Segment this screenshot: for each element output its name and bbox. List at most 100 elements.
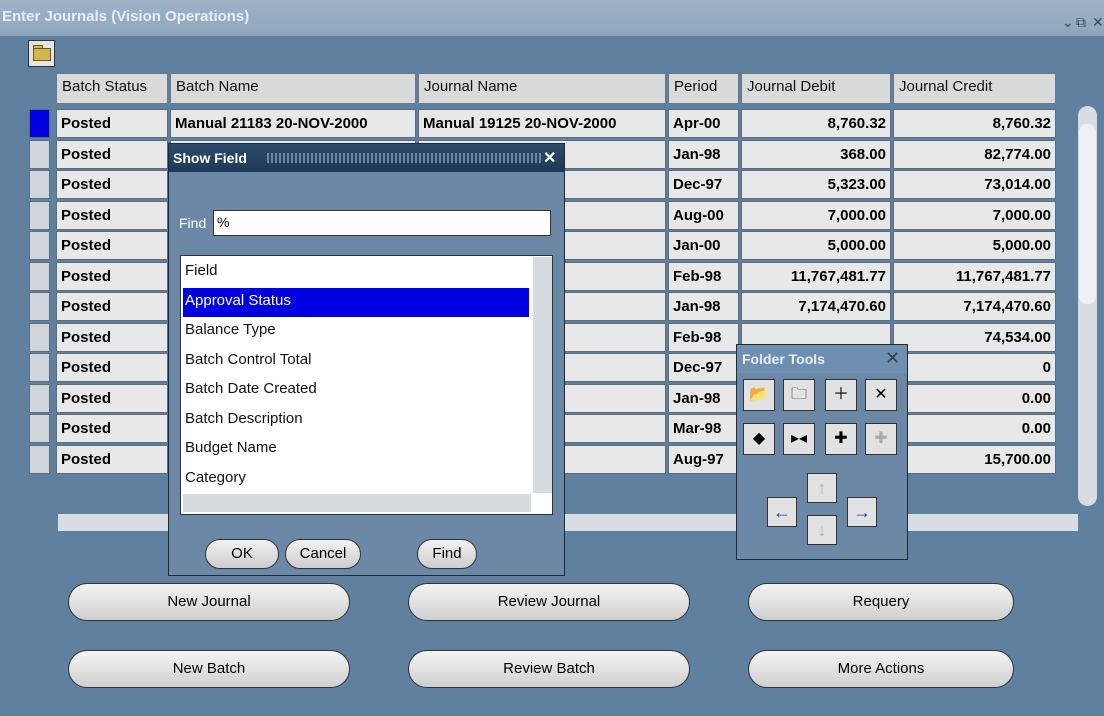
table-cell-debit[interactable]: 7,000.00: [741, 200, 891, 230]
table-cell-credit[interactable]: 73,014.00: [893, 170, 1056, 199]
table-cell-period[interactable]: Aug-97: [668, 444, 739, 474]
table-cell-period[interactable]: Mar-98: [668, 414, 739, 443]
review-journal-button[interactable]: Review Journal: [408, 583, 690, 621]
table-cell-debit[interactable]: 11,767,481.77: [741, 261, 891, 291]
table-cell-status[interactable]: Posted: [56, 109, 168, 138]
close-icon[interactable]: ✕: [1092, 14, 1104, 31]
row-selector[interactable]: [29, 231, 50, 260]
show-field-close-icon[interactable]: ✕: [543, 148, 556, 168]
table-cell-status[interactable]: Posted: [56, 414, 168, 443]
row-selector[interactable]: [29, 200, 50, 230]
table-cell-credit[interactable]: 8,760.32: [893, 109, 1056, 138]
row-selector[interactable]: [29, 414, 50, 443]
shrink-column-icon[interactable]: ▸◂: [783, 423, 815, 455]
table-cell-status[interactable]: Posted: [56, 170, 168, 199]
field-list-item[interactable]: Category: [183, 465, 529, 494]
row-selector[interactable]: [29, 444, 50, 474]
restore-icon[interactable]: ⧉: [1076, 14, 1086, 31]
delete-folder-icon[interactable]: ✕: [865, 379, 897, 411]
table-cell-debit[interactable]: 5,323.00: [741, 170, 891, 199]
field-list-item[interactable]: Batch Control Total: [183, 347, 529, 376]
table-cell-period[interactable]: Dec-97: [668, 353, 739, 382]
table-cell-period[interactable]: Feb-98: [668, 322, 739, 352]
table-cell-debit[interactable]: 7,174,470.60: [741, 292, 891, 321]
new-batch-button[interactable]: New Batch: [68, 650, 350, 688]
table-cell-status[interactable]: Posted: [56, 444, 168, 474]
header-journal-debit[interactable]: Journal Debit: [741, 73, 891, 104]
row-selector[interactable]: [29, 109, 50, 138]
move-left-icon[interactable]: ←: [767, 497, 797, 527]
field-list-item[interactable]: Balance Type: [183, 317, 529, 346]
table-cell-credit[interactable]: 7,174,470.60: [893, 292, 1056, 321]
field-list-item[interactable]: Approval Status: [183, 287, 529, 317]
field-list-item[interactable]: Budget Name: [183, 435, 529, 464]
open-folder-icon[interactable]: 📂: [743, 379, 775, 411]
review-batch-button[interactable]: Review Batch: [408, 650, 690, 688]
table-cell-status[interactable]: Posted: [56, 383, 168, 413]
table-cell-credit[interactable]: 7,000.00: [893, 200, 1056, 230]
table-cell-status[interactable]: Posted: [56, 231, 168, 260]
widen-column-icon[interactable]: ◆: [743, 423, 775, 455]
table-cell-credit[interactable]: 15,700.00: [893, 444, 1056, 474]
field-list-item[interactable]: Batch Description: [183, 406, 529, 435]
row-selector[interactable]: [29, 170, 50, 199]
table-cell-status[interactable]: Posted: [56, 139, 168, 169]
show-field-icon[interactable]: ✚: [825, 423, 857, 455]
header-batch-name[interactable]: Batch Name: [170, 73, 416, 104]
table-cell-period[interactable]: Jan-98: [668, 383, 739, 413]
table-cell-period[interactable]: Jan-00: [668, 231, 739, 260]
move-right-icon[interactable]: →: [847, 497, 877, 527]
table-cell-status[interactable]: Posted: [56, 261, 168, 291]
vertical-scroll-thumb[interactable]: [1079, 124, 1096, 304]
table-cell-debit[interactable]: 368.00: [741, 139, 891, 169]
save-folder-icon[interactable]: 🗀: [783, 379, 815, 411]
table-cell-credit[interactable]: 0.00: [893, 414, 1056, 443]
row-selector[interactable]: [29, 139, 50, 169]
table-cell-credit[interactable]: 74,534.00: [893, 322, 1056, 352]
table-cell-credit[interactable]: 82,774.00: [893, 139, 1056, 169]
table-cell-status[interactable]: Posted: [56, 200, 168, 230]
header-batch-status[interactable]: Batch Status: [56, 73, 168, 104]
header-journal-name[interactable]: Journal Name: [418, 73, 666, 104]
table-cell-credit[interactable]: 0: [893, 353, 1056, 382]
folder-icon[interactable]: [28, 40, 55, 67]
table-cell-status[interactable]: Posted: [56, 292, 168, 321]
table-cell-batch[interactable]: Manual 21183 20-NOV-2000: [170, 109, 416, 138]
folder-tools-titlebar[interactable]: Folder Tools ✕: [737, 345, 907, 373]
cancel-button[interactable]: Cancel: [285, 539, 361, 569]
field-list[interactable]: Field Approval Status Balance Type Batch Co…: [180, 255, 553, 515]
table-cell-credit[interactable]: 11,767,481.77: [893, 261, 1056, 291]
header-period[interactable]: Period: [668, 73, 739, 104]
table-cell-period[interactable]: Apr-00: [668, 109, 739, 138]
field-list-item[interactable]: Field: [183, 258, 529, 287]
table-cell-period[interactable]: Jan-98: [668, 292, 739, 321]
table-cell-credit[interactable]: 0.00: [893, 383, 1056, 413]
table-cell-credit[interactable]: 5,000.00: [893, 231, 1056, 260]
ok-button[interactable]: OK: [205, 539, 279, 569]
find-button[interactable]: Find: [417, 539, 477, 569]
table-cell-period[interactable]: Jan-98: [668, 139, 739, 169]
table-cell-status[interactable]: Posted: [56, 322, 168, 352]
list-horizontal-scrollbar[interactable]: [183, 494, 531, 512]
show-field-titlebar[interactable]: Show Field ✕: [169, 144, 564, 172]
row-selector[interactable]: [29, 322, 50, 352]
row-selector[interactable]: [29, 261, 50, 291]
row-selector[interactable]: [29, 353, 50, 382]
table-cell-period[interactable]: Aug-00: [668, 200, 739, 230]
table-cell-period[interactable]: Dec-97: [668, 170, 739, 199]
header-journal-credit[interactable]: Journal Credit: [893, 73, 1056, 104]
folder-tools-close-icon[interactable]: ✕: [885, 348, 900, 369]
table-cell-period[interactable]: Feb-98: [668, 261, 739, 291]
row-selector[interactable]: [29, 292, 50, 321]
table-cell-status[interactable]: Posted: [56, 353, 168, 382]
find-input[interactable]: %: [213, 210, 551, 236]
table-cell-journal[interactable]: Manual 19125 20-NOV-2000: [418, 109, 666, 138]
table-cell-debit[interactable]: 8,760.32: [741, 109, 891, 138]
requery-button[interactable]: Requery: [748, 583, 1014, 621]
window-titlebar[interactable]: Enter Journals (Vision Operations) ⌄ ⧉ ✕: [0, 0, 1104, 36]
new-journal-button[interactable]: New Journal: [68, 583, 350, 621]
row-selector[interactable]: [29, 383, 50, 413]
new-folder-icon[interactable]: ＋: [825, 379, 857, 411]
field-list-item[interactable]: Batch Date Created: [183, 376, 529, 405]
table-cell-debit[interactable]: 5,000.00: [741, 231, 891, 260]
